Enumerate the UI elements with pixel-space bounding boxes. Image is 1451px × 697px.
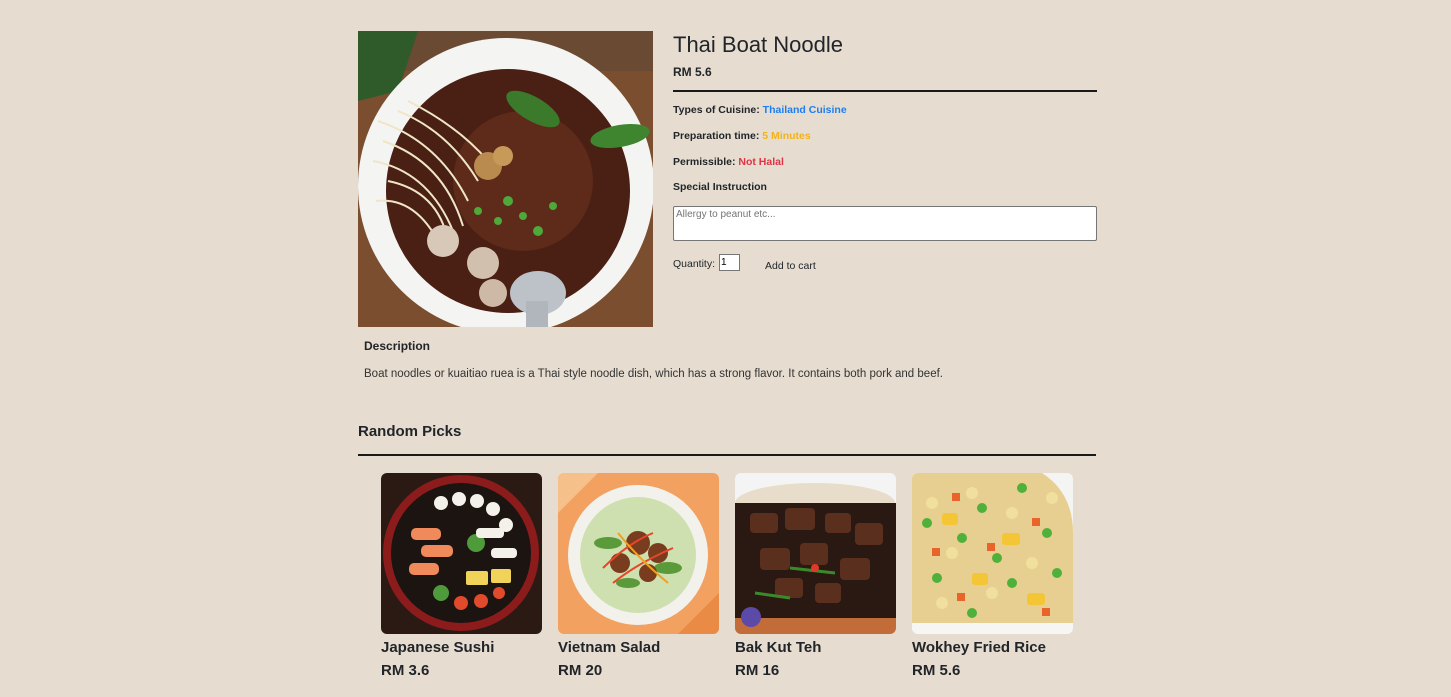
- pick-name[interactable]: Japanese Sushi: [381, 639, 542, 656]
- pick-price: RM 20: [558, 662, 603, 679]
- cuisine-row: Types of Cuisine: Thailand Cuisine: [673, 104, 847, 116]
- quantity-input[interactable]: [719, 254, 740, 271]
- pick-price: RM 5.6: [912, 662, 961, 679]
- pick-image[interactable]: [912, 473, 1073, 634]
- pick-price: RM 3.6: [381, 662, 430, 679]
- permissible-row: Permissible: Not Halal: [673, 156, 784, 168]
- permissible-value: Not Halal: [738, 156, 784, 168]
- pick-card-japanese-sushi[interactable]: Japanese Sushi RM 3.6: [381, 473, 542, 679]
- product-price: RM 5.6: [673, 65, 712, 79]
- special-instruction-input[interactable]: [673, 206, 1097, 241]
- product-image: [358, 31, 653, 327]
- pick-name[interactable]: Wokhey Fried Rice: [912, 639, 1073, 656]
- pick-image[interactable]: [735, 473, 896, 634]
- prep-value: 5 Minutes: [762, 130, 811, 142]
- quantity-label: Quantity:: [673, 258, 716, 270]
- divider: [673, 90, 1097, 92]
- cuisine-value: Thailand Cuisine: [762, 104, 847, 116]
- pick-image[interactable]: [558, 473, 719, 634]
- pick-name[interactable]: Vietnam Salad: [558, 639, 719, 656]
- cuisine-label: Types of Cuisine:: [673, 104, 760, 116]
- prep-label: Preparation time:: [673, 130, 760, 142]
- permissible-label: Permissible:: [673, 156, 736, 168]
- prep-row: Preparation time: 5 Minutes: [673, 130, 811, 142]
- product-title: Thai Boat Noodle: [673, 32, 843, 57]
- description-title: Description: [364, 339, 431, 353]
- random-picks-title: Random Picks: [358, 423, 462, 440]
- pick-name[interactable]: Bak Kut Teh: [735, 639, 896, 656]
- pick-card-bak-kut-teh[interactable]: Bak Kut Teh RM 16: [735, 473, 896, 679]
- pick-card-vietnam-salad[interactable]: Vietnam Salad RM 20: [558, 473, 719, 679]
- pick-price: RM 16: [735, 662, 780, 679]
- add-to-cart-button[interactable]: Add to cart: [765, 260, 816, 272]
- description-text: Boat noodles or kuaitiao ruea is a Thai …: [364, 368, 943, 380]
- special-instruction-label: Special Instruction: [673, 181, 767, 193]
- divider: [358, 454, 1096, 456]
- pick-card-wokhey-fried-rice[interactable]: Wokhey Fried Rice RM 5.6: [912, 473, 1073, 679]
- pick-image[interactable]: [381, 473, 542, 634]
